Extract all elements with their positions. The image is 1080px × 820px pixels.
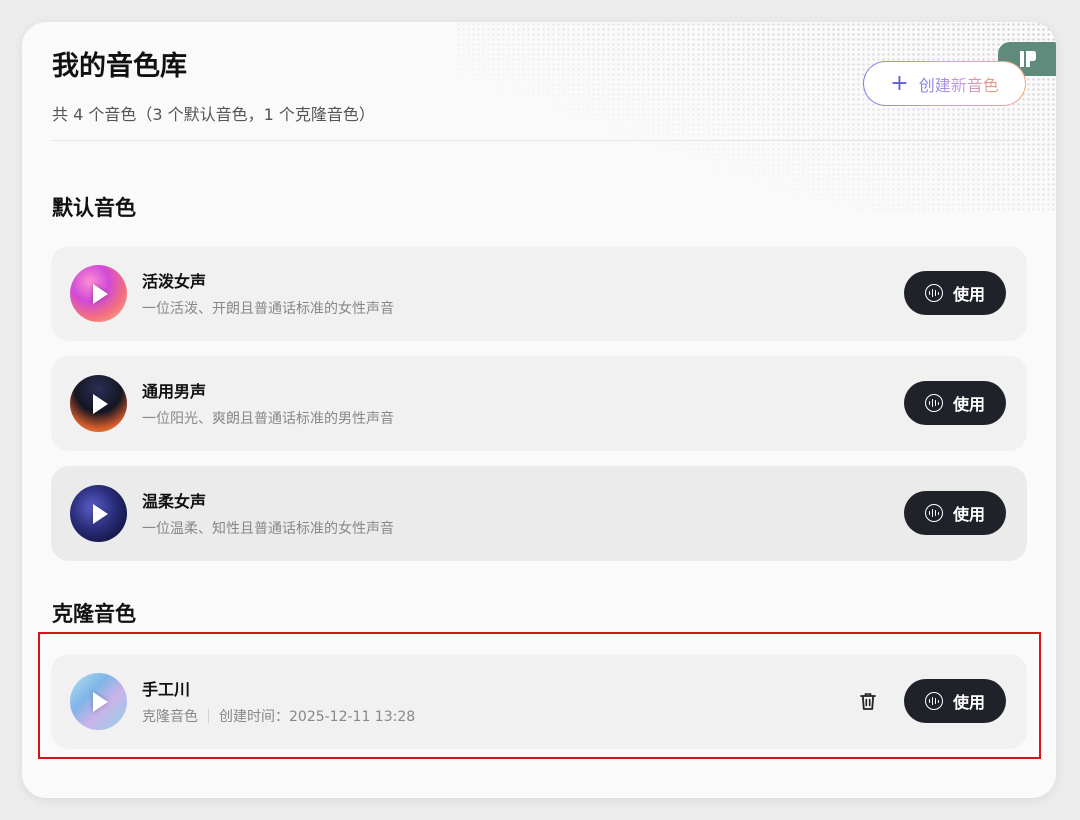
voice-description: 一位温柔、知性且普通话标准的女性声音 — [142, 521, 394, 537]
voice-wave-icon — [924, 394, 943, 412]
play-icon[interactable] — [70, 375, 127, 432]
use-voice-button[interactable]: 使用 — [904, 271, 1006, 315]
use-label: 使用 — [952, 505, 985, 524]
use-label: 使用 — [952, 285, 985, 304]
voice-card: 温柔女声 一位温柔、知性且普通话标准的女性声音 使用 — [51, 466, 1027, 561]
use-voice-button[interactable]: 使用 — [904, 491, 1006, 535]
decorative-dot-pattern — [456, 22, 1056, 212]
use-voice-button[interactable]: 使用 — [904, 381, 1006, 425]
use-label: 使用 — [952, 395, 985, 414]
header-divider — [52, 140, 1026, 141]
play-icon[interactable] — [70, 265, 127, 322]
plus-icon: + — [890, 70, 909, 96]
voice-wave-icon — [924, 504, 943, 522]
page-subtitle: 共 4 个音色（3 个默认音色，1 个克隆音色） — [52, 105, 375, 124]
voice-card: 活泼女声 一位活泼、开朗且普通话标准的女性声音 使用 — [51, 246, 1027, 341]
voice-description: 一位活泼、开朗且普通话标准的女性声音 — [142, 301, 394, 317]
voice-card: 通用男声 一位阳光、爽朗且普通话标准的男性声音 使用 — [51, 356, 1027, 451]
section-title-default: 默认音色 — [52, 196, 136, 220]
voice-description: 一位阳光、爽朗且普通话标准的男性声音 — [142, 411, 394, 427]
voice-wave-icon — [924, 284, 943, 302]
page-title: 我的音色库 — [52, 51, 187, 82]
voice-name: 活泼女声 — [142, 272, 207, 291]
voice-name: 温柔女声 — [142, 492, 207, 511]
create-voice-label: 创建新音色 — [919, 72, 999, 96]
play-icon[interactable] — [70, 485, 127, 542]
voice-name: 通用男声 — [142, 382, 207, 401]
highlight-box — [38, 632, 1041, 759]
section-title-clone: 克隆音色 — [52, 602, 136, 626]
create-voice-button[interactable]: + 创建新音色 — [863, 61, 1026, 106]
